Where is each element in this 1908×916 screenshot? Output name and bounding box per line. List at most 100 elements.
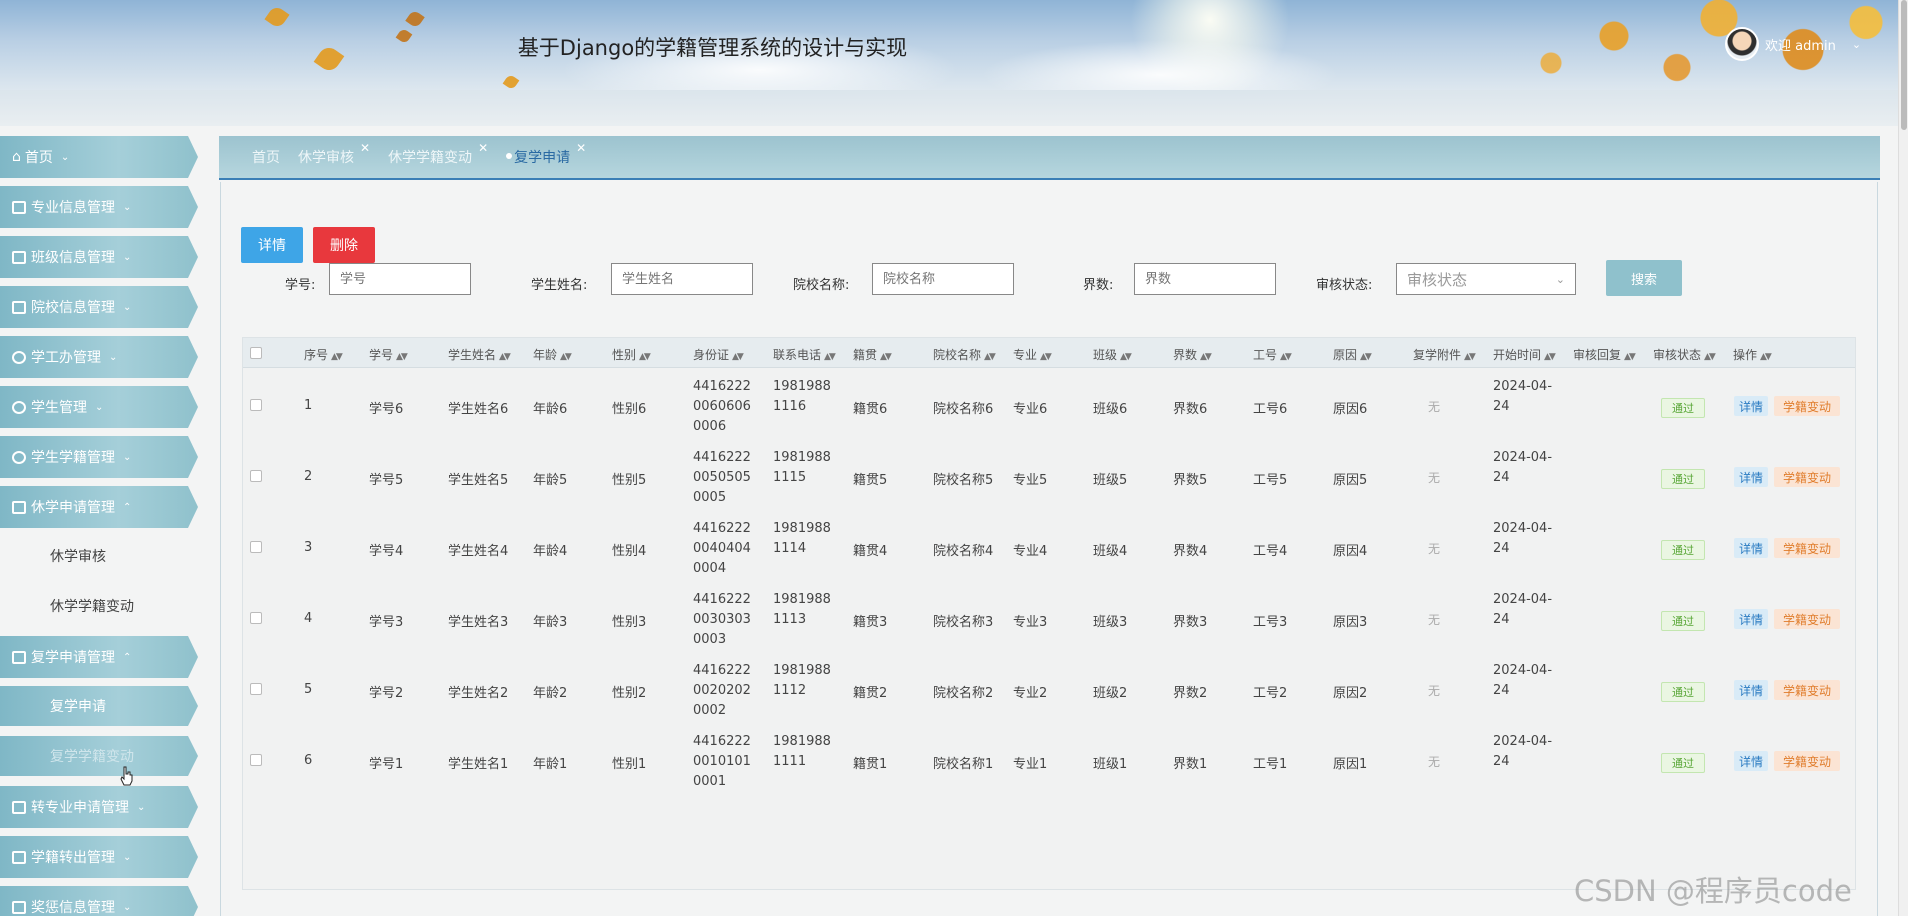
table-cell-name: 学生姓名5 [448,473,509,488]
tab-home[interactable]: 首页 [252,147,280,167]
sidebar-item-home[interactable]: ⌂ 首页 ⌄ [0,136,198,178]
table-cell-start: 2024-04-24 [1493,592,1553,627]
column-header[interactable]: 原因 ▲▼ [1333,346,1372,363]
close-icon[interactable]: ✕ [576,141,586,155]
table-cell-staff: 工号5 [1253,473,1288,488]
table-row[interactable]: 4 学号3 学生姓名3 年龄3 性别3 441622200303030003 1981988… [243,584,1855,655]
table-row[interactable]: 6 学号1 学生姓名1 年龄1 性别1 441622200101010001 1981988… [243,726,1855,797]
column-header[interactable]: 审核回复 ▲▼ [1573,346,1636,363]
sidebar-item-transfer-out[interactable]: 学籍转出管理 ⌄ [0,836,198,878]
detail-button[interactable]: 详情 [241,227,303,263]
row-status-change-button[interactable]: 学籍变动 [1774,680,1840,700]
table-cell-cls: 班级4 [1093,544,1128,559]
delete-button[interactable]: 删除 [313,227,375,263]
tab-suspend-audit[interactable]: 休学审核 ✕ [298,141,370,167]
row-checkbox[interactable] [250,399,262,411]
tab-suspend-change[interactable]: 休学学籍变动 ✕ [388,141,488,167]
row-checkbox[interactable] [250,470,262,482]
table-cell-school: 院校名称4 [933,544,994,559]
column-header[interactable]: 籍贯 ▲▼ [853,346,892,363]
column-header[interactable]: 界数 ▲▼ [1173,346,1212,363]
page-scrollbar[interactable] [1898,0,1908,916]
grade-input[interactable] [1134,263,1276,295]
column-header[interactable]: 工号 ▲▼ [1253,346,1292,363]
column-header[interactable]: 序号 ▲▼ [304,346,343,363]
student-no-input[interactable] [329,263,471,295]
chevron-down-icon: ⌄ [1851,37,1862,51]
sidebar-subitem-suspend-audit[interactable]: 休学审核 [0,536,198,576]
row-detail-button[interactable]: 详情 [1734,396,1768,416]
select-all-checkbox[interactable] [250,347,262,359]
sidebar-item-school[interactable]: 院校信息管理 ⌄ [0,286,198,328]
sidebar-item-status[interactable]: 学生学籍管理 ⌄ [0,436,198,478]
close-icon[interactable]: ✕ [360,141,370,155]
column-header[interactable]: 年龄 ▲▼ [533,346,572,363]
sidebar-subitem-suspend-change[interactable]: 休学学籍变动 [0,586,198,626]
chevron-down-icon: ⌄ [1555,272,1565,286]
sidebar-item-major[interactable]: 专业信息管理 ⌄ [0,186,198,228]
close-icon[interactable]: ✕ [478,141,488,155]
table-row[interactable]: 5 学号2 学生姓名2 年龄2 性别2 441622200202020002 1981988… [243,655,1855,726]
tab-label: 首页 [252,150,280,166]
column-header[interactable]: 联系电话 ▲▼ [773,346,836,363]
column-header[interactable]: 院校名称 ▲▼ [933,346,996,363]
student-name-input[interactable] [611,263,753,295]
table-row[interactable]: 3 学号4 学生姓名4 年龄4 性别4 441622200404040004 1981988… [243,513,1855,584]
scrollbar-thumb[interactable] [1901,0,1907,130]
column-header[interactable]: 复学附件 ▲▼ [1413,346,1476,363]
sidebar-subitem-resume-change[interactable]: 复学学籍变动 [0,736,198,776]
audit-status-select[interactable]: 审核状态 ⌄ [1396,263,1576,295]
row-detail-button[interactable]: 详情 [1734,680,1768,700]
column-header[interactable]: 学生姓名 ▲▼ [448,346,511,363]
row-status-change-button[interactable]: 学籍变动 [1774,396,1840,416]
sidebar-item-office[interactable]: 学工办管理 ⌄ [0,336,198,378]
row-status-change-button[interactable]: 学籍变动 [1774,609,1840,629]
table-cell-seq: 6 [304,753,313,768]
row-detail-button[interactable]: 详情 [1734,538,1768,558]
sidebar-item-suspend[interactable]: 休学申请管理 ⌃ [0,486,198,528]
search-button[interactable]: 搜索 [1606,260,1682,296]
sidebar-item-class[interactable]: 班级信息管理 ⌄ [0,236,198,278]
column-header[interactable]: 身份证 ▲▼ [693,346,744,363]
table-row[interactable]: 2 学号5 学生姓名5 年龄5 性别5 441622200505050005 1981988… [243,442,1855,513]
sidebar-item-label: 转专业申请管理 [31,800,129,816]
table-row[interactable]: 1 学号6 学生姓名6 年龄6 性别6 441622200606060006 1981988… [243,371,1855,442]
row-detail-button[interactable]: 详情 [1734,751,1768,771]
chevron-down-icon: ⌄ [123,451,132,463]
school-name-input[interactable] [872,263,1014,295]
user-menu[interactable]: 欢迎 admin ⌄ [1725,26,1861,62]
leaf-decoration [405,9,425,29]
row-checkbox[interactable] [250,541,262,553]
sidebar-item-transfer-major[interactable]: 转专业申请管理 ⌄ [0,786,198,828]
sidebar-item-reward[interactable]: 奖惩信息管理 ⌄ [0,886,198,916]
row-checkbox[interactable] [250,683,262,695]
table-cell-no: 学号4 [369,544,404,559]
column-header[interactable]: 操作 ▲▼ [1733,346,1772,363]
sort-icon: ▲▼ [499,352,511,362]
table-icon [12,900,26,914]
sidebar-item-label: 院校信息管理 [31,300,115,316]
sidebar-item-student[interactable]: 学生管理 ⌄ [0,386,198,428]
column-header[interactable]: 性别 ▲▼ [612,346,651,363]
row-checkbox[interactable] [250,612,262,624]
sort-icon: ▲▼ [639,352,651,362]
sidebar-item-resume[interactable]: 复学申请管理 ⌃ [0,636,198,678]
table-cell-attach: 无 [1428,471,1441,485]
column-header[interactable]: 专业 ▲▼ [1013,346,1052,363]
row-status-change-button[interactable]: 学籍变动 [1774,751,1840,771]
sidebar-subitem-resume-apply[interactable]: 复学申请 [0,686,198,726]
row-detail-button[interactable]: 详情 [1734,609,1768,629]
row-detail-button[interactable]: 详情 [1734,467,1768,487]
table-cell-reason: 原因4 [1333,544,1368,559]
tab-resume-apply[interactable]: 复学申请 ✕ [506,141,586,167]
column-header[interactable]: 班级 ▲▼ [1093,346,1132,363]
row-status-change-button[interactable]: 学籍变动 [1774,467,1840,487]
column-header[interactable]: 学号 ▲▼ [369,346,408,363]
table-cell-cls: 班级6 [1093,402,1128,417]
column-header[interactable]: 开始时间 ▲▼ [1493,346,1556,363]
page-title: 基于Django的学籍管理系统的设计与实现 [517,36,908,60]
row-checkbox[interactable] [250,754,262,766]
column-header[interactable]: 审核状态 ▲▼ [1653,346,1716,363]
table-cell-cls: 班级1 [1093,757,1128,772]
row-status-change-button[interactable]: 学籍变动 [1774,538,1840,558]
